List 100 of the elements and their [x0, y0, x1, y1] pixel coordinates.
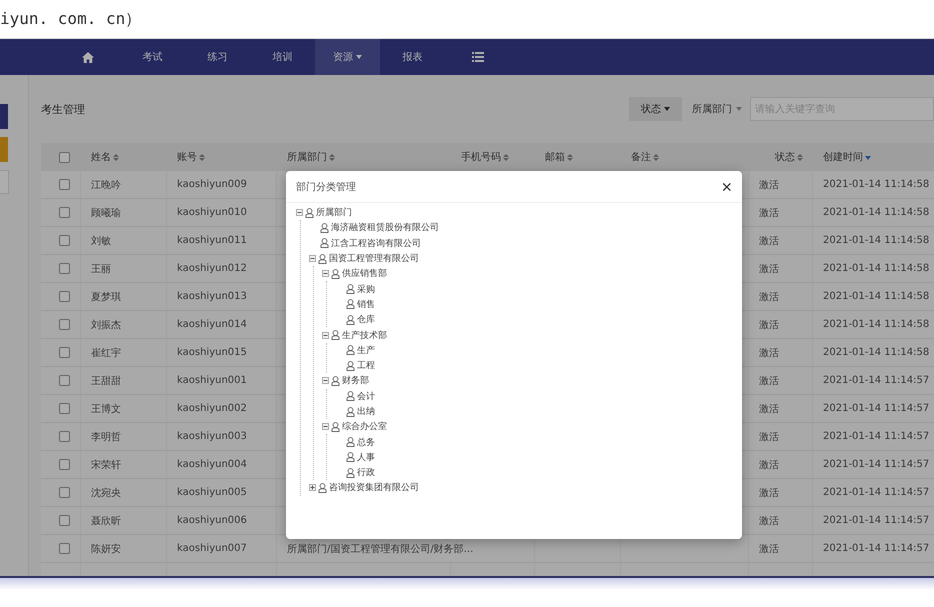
user-icon: [346, 452, 355, 462]
column-header[interactable]: 姓名: [81, 143, 167, 171]
tree-item[interactable]: 总务: [357, 436, 375, 449]
collapse-toggle[interactable]: [322, 270, 329, 278]
table-cell: kaoshiyun011: [167, 227, 277, 255]
tree-item[interactable]: 供应销售部: [342, 267, 387, 280]
sort-icon[interactable]: [653, 152, 659, 162]
table-cell: kaoshiyun009: [167, 171, 277, 199]
tree-item[interactable]: 工程: [357, 359, 375, 372]
row-checkbox[interactable]: [59, 487, 70, 498]
table-cell: 2021-01-14 11:14:57: [813, 535, 934, 563]
user-icon: [318, 482, 327, 493]
tree-item[interactable]: 海济融资租赁股份有限公司: [331, 221, 439, 234]
row-checkbox[interactable]: [59, 235, 70, 246]
nav-item[interactable]: 报表: [380, 39, 445, 75]
table-cell: 李明哲: [81, 423, 167, 451]
tree-item[interactable]: 行政: [357, 466, 375, 480]
column-header[interactable]: 账号: [167, 143, 277, 171]
sort-icon[interactable]: [113, 152, 119, 162]
sort-icon[interactable]: [329, 152, 335, 162]
tree-item[interactable]: 销售: [357, 298, 375, 311]
table-cell: kaoshiyun004: [167, 451, 277, 479]
sort-icon[interactable]: [503, 152, 509, 162]
row-checkbox[interactable]: [59, 347, 70, 358]
table-cell: 激活: [749, 255, 813, 283]
row-checkbox[interactable]: [59, 515, 70, 526]
dialog-title: 部门分类管理: [296, 180, 356, 194]
row-checkbox[interactable]: [59, 403, 70, 414]
user-icon: [346, 406, 355, 416]
table-cell: kaoshiyun010: [167, 199, 277, 227]
table-cell: 激活: [749, 451, 813, 479]
select-all-checkbox[interactable]: [59, 152, 70, 162]
table-cell: 聂欣昕: [81, 507, 167, 535]
column-header[interactable]: 邮箱: [535, 143, 621, 171]
sort-icon[interactable]: [567, 152, 573, 162]
table-cell: 激活: [749, 535, 813, 563]
nav-item[interactable]: 资源: [315, 39, 380, 75]
minus-icon: [310, 256, 315, 262]
tree-item[interactable]: 国资工程管理有限公司: [329, 252, 419, 266]
column-header[interactable]: 状态: [749, 143, 813, 171]
column-header[interactable]: 备注: [621, 143, 749, 171]
row-checkbox[interactable]: [59, 459, 70, 470]
user-icon: [331, 376, 340, 386]
nav-item[interactable]: 练习: [185, 39, 250, 75]
tree-item[interactable]: 综合办公室: [342, 420, 387, 434]
table-cell: kaoshiyun013: [167, 283, 277, 311]
row-checkbox[interactable]: [59, 291, 70, 302]
list-icon: [472, 52, 484, 62]
close-button[interactable]: ×: [721, 178, 732, 196]
table-cell: 刘振杰: [81, 311, 167, 339]
user-icon: [346, 299, 355, 310]
table-cell: kaoshiyun006: [167, 507, 277, 535]
row-checkbox[interactable]: [59, 207, 70, 218]
user-icon: [346, 391, 355, 402]
status-filter-button[interactable]: 状态: [629, 97, 682, 121]
collapse-toggle[interactable]: [309, 255, 316, 262]
table-cell: kaoshiyun002: [167, 395, 277, 423]
collapse-toggle[interactable]: [322, 377, 329, 384]
table-cell: kaoshiyun015: [167, 339, 277, 367]
tree-item[interactable]: 人事: [357, 450, 375, 464]
tree-item[interactable]: 财务部: [342, 374, 369, 388]
column-header[interactable]: 所属部门: [277, 143, 451, 171]
table-cell: 江晚吟: [81, 171, 167, 199]
tree-item[interactable]: 咨询投资集团有限公司: [329, 481, 419, 494]
row-checkbox[interactable]: [59, 319, 70, 330]
tree-item[interactable]: 采购: [357, 282, 375, 296]
expand-toggle[interactable]: [309, 484, 316, 492]
collapse-toggle[interactable]: [322, 332, 329, 339]
user-icon: [346, 437, 355, 448]
table-cell: 激活: [749, 395, 813, 423]
tree-item[interactable]: 江含工程咨询有限公司: [331, 236, 421, 250]
column-header[interactable]: 创建时间: [813, 143, 934, 171]
table-cell: 激活: [749, 171, 813, 199]
sort-icon[interactable]: [797, 152, 803, 162]
table-cell: kaoshiyun003: [167, 423, 277, 451]
sort-icon[interactable]: [199, 152, 205, 162]
collapse-toggle[interactable]: [296, 209, 303, 216]
table-cell: 激活: [749, 311, 813, 339]
tree-item[interactable]: 会计: [357, 390, 375, 403]
row-checkbox[interactable]: [59, 431, 70, 442]
plus-icon: [310, 485, 315, 490]
row-checkbox[interactable]: [59, 375, 70, 386]
tree-item[interactable]: 生产: [357, 344, 375, 357]
table-cell: 激活: [749, 507, 813, 535]
table-cell: 王甜甜: [81, 367, 167, 395]
nav-item[interactable]: 培训: [250, 39, 315, 75]
row-checkbox[interactable]: [59, 543, 70, 554]
row-checkbox[interactable]: [59, 263, 70, 274]
user-icon: [346, 468, 355, 478]
tree-item[interactable]: 生产技术部: [342, 328, 387, 342]
collapse-toggle[interactable]: [322, 423, 329, 430]
column-header[interactable]: 手机号码: [451, 143, 535, 171]
tree-item[interactable]: 出纳: [357, 405, 375, 418]
table-cell: 顾曦瑜: [81, 199, 167, 227]
tree-item[interactable]: 仓库: [357, 313, 375, 326]
nav-item[interactable]: 考试: [120, 39, 185, 75]
user-icon: [346, 360, 355, 371]
user-icon: [331, 330, 340, 340]
tree-item[interactable]: 所属部门: [316, 206, 352, 220]
row-checkbox[interactable]: [59, 179, 70, 190]
